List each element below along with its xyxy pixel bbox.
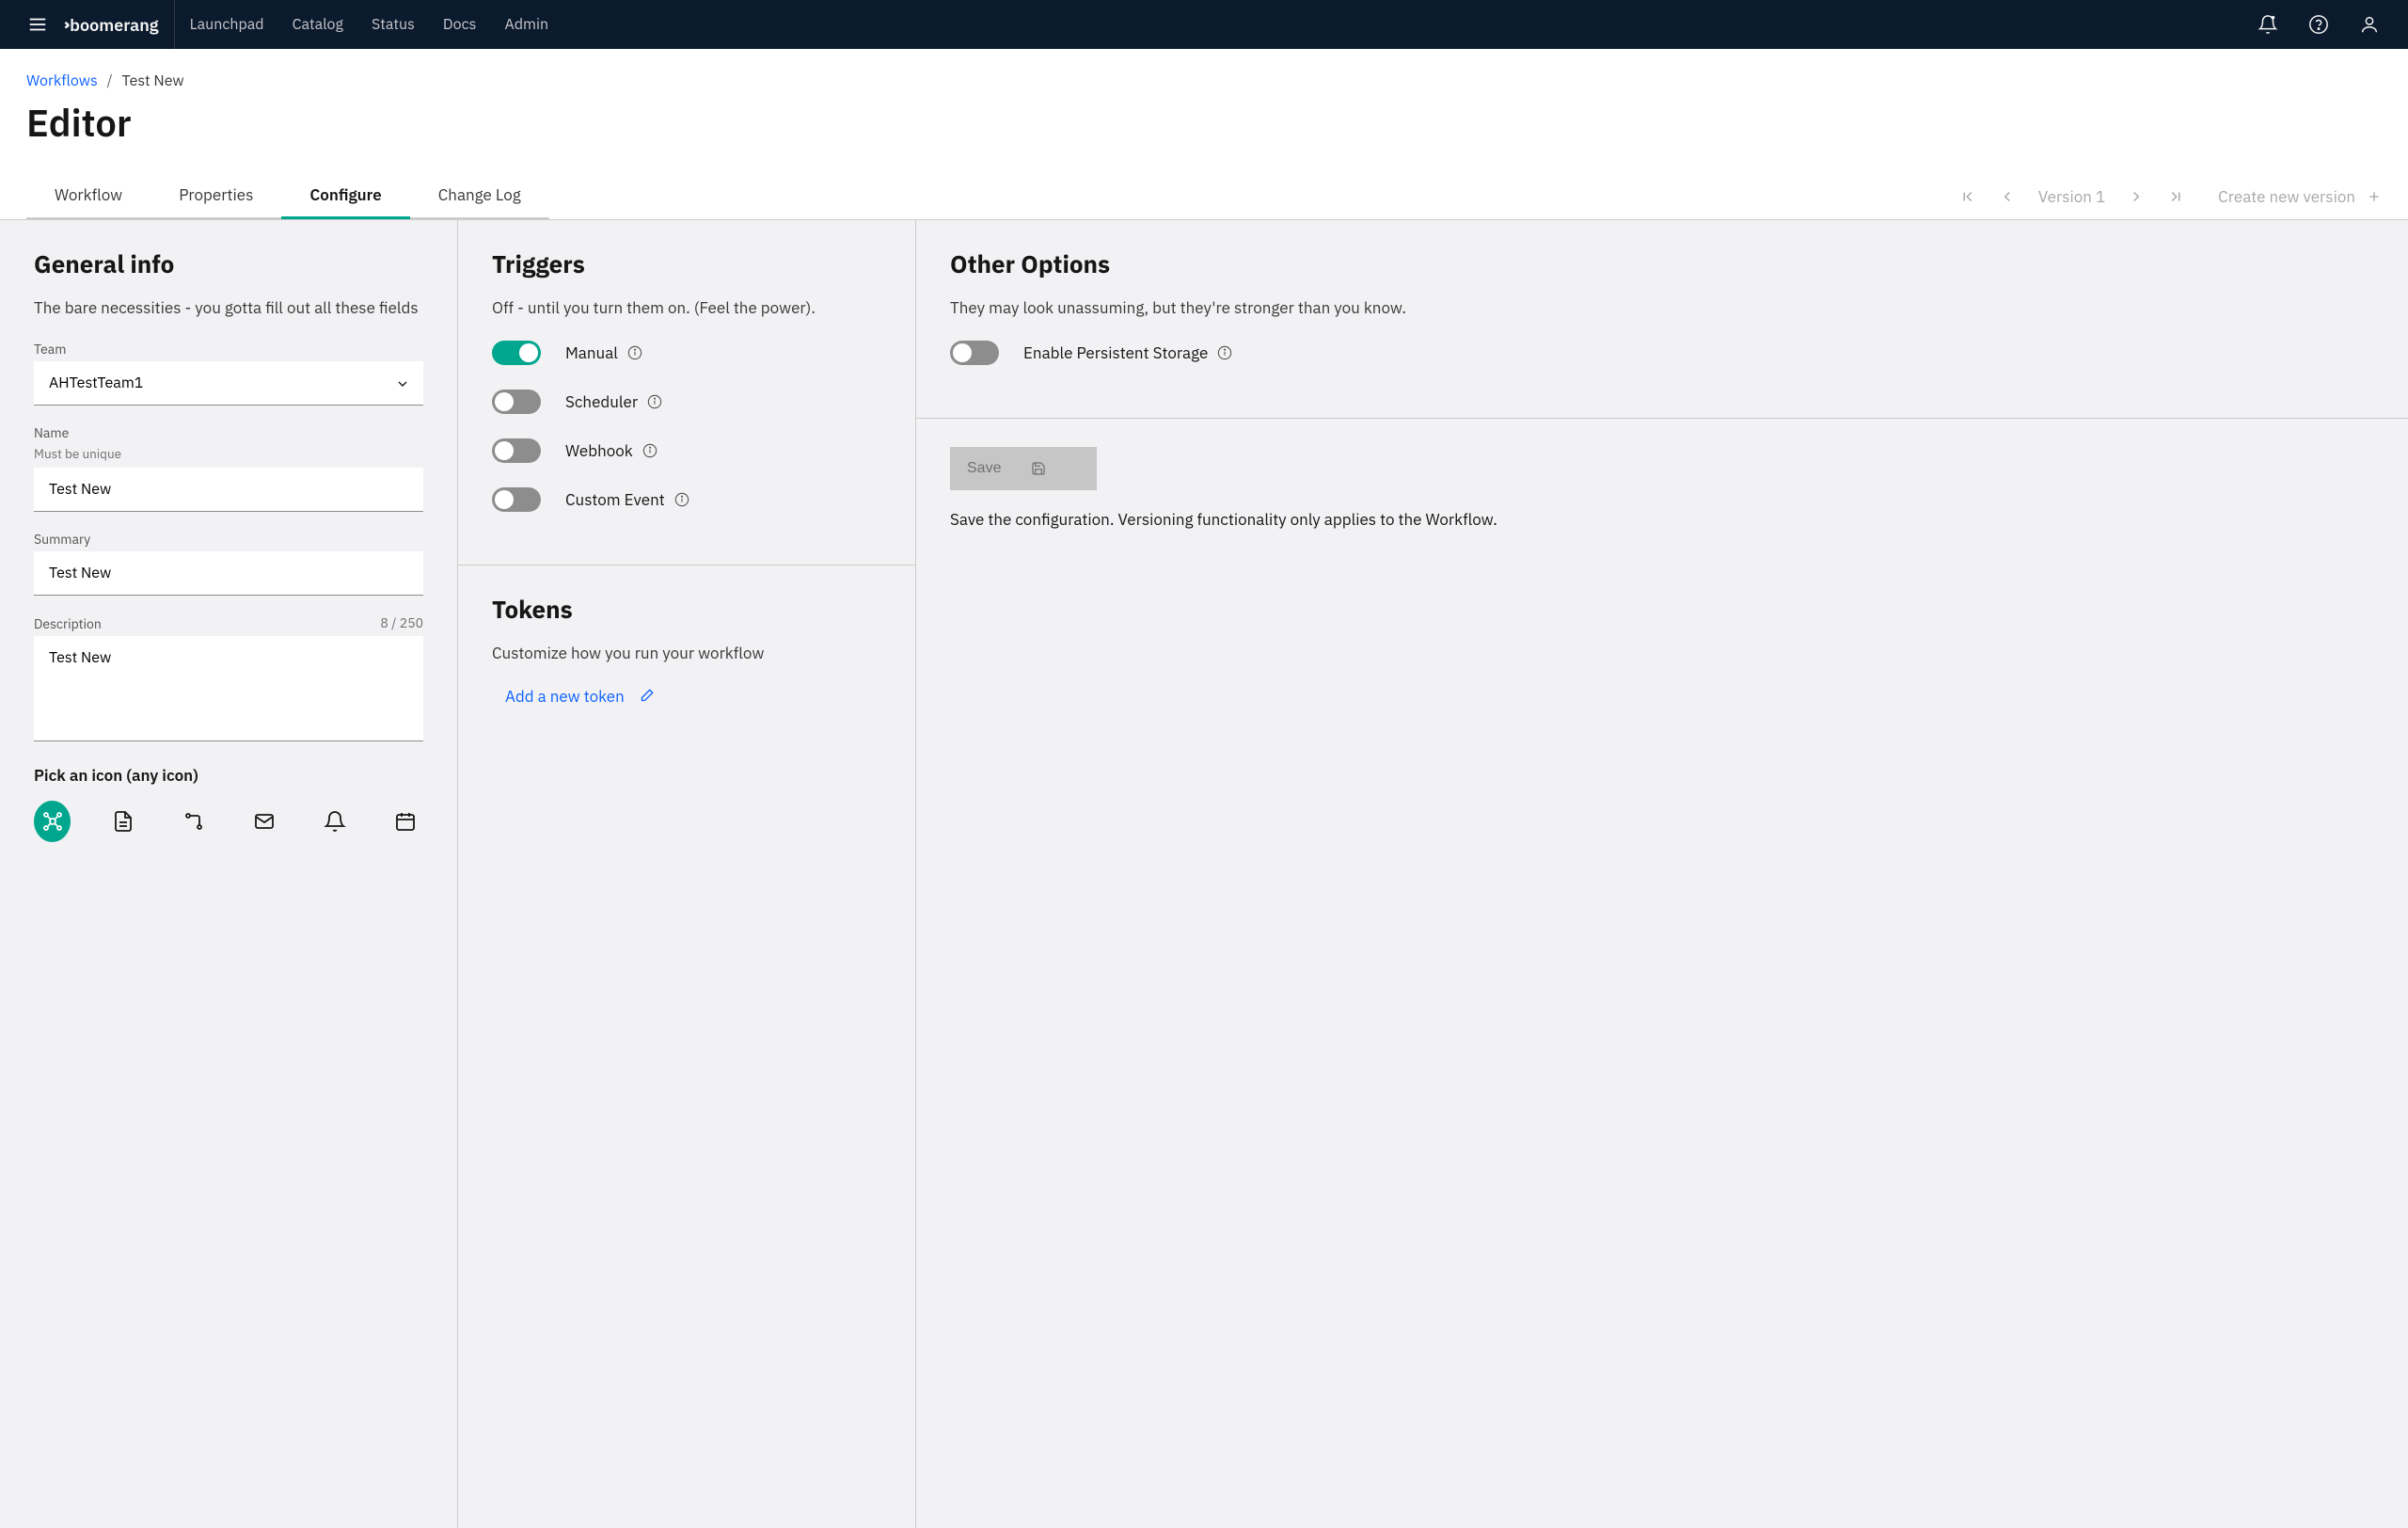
icon-picker-label: Pick an icon (any icon) — [34, 765, 423, 786]
version-next-icon[interactable] — [2128, 188, 2145, 205]
version-prev-icon[interactable] — [1999, 188, 2016, 205]
triggers-title: Triggers — [492, 248, 881, 280]
create-version-label: Create new version — [2218, 186, 2355, 207]
edit-icon — [638, 688, 655, 705]
info-icon[interactable] — [647, 394, 662, 409]
description-counter: 8 / 250 — [380, 614, 423, 631]
toggle-customevent-label: Custom Event — [565, 489, 665, 510]
tab-configure[interactable]: Configure — [281, 173, 409, 219]
icon-option-document[interactable] — [104, 801, 141, 842]
save-note: Save the configuration. Versioning funct… — [950, 509, 2374, 532]
nav-status[interactable]: Status — [372, 15, 415, 34]
icon-option-calendar[interactable] — [387, 801, 423, 842]
help-icon[interactable] — [2306, 12, 2331, 37]
info-icon[interactable] — [674, 492, 689, 507]
nav-admin[interactable]: Admin — [504, 15, 548, 34]
page-title: Editor — [26, 98, 2382, 147]
general-subtitle: The bare necessities - you gotta fill ou… — [34, 297, 423, 318]
other-subtitle: They may look unassuming, but they're st… — [950, 297, 2374, 318]
toggle-manual[interactable] — [492, 341, 541, 365]
create-version-button[interactable]: Create new version — [2207, 186, 2382, 207]
team-select[interactable] — [34, 361, 423, 406]
menu-button[interactable] — [15, 2, 60, 47]
save-button-label: Save — [967, 460, 1001, 477]
breadcrumb-sep: / — [102, 72, 119, 90]
version-label: Version 1 — [2038, 186, 2105, 207]
save-icon — [1031, 461, 1046, 476]
brand-logo[interactable]: ›› boomerang — [60, 0, 175, 49]
user-icon[interactable] — [2357, 12, 2382, 37]
breadcrumb-workflows[interactable]: Workflows — [26, 72, 98, 90]
toggle-scheduler[interactable] — [492, 390, 541, 414]
summary-label: Summary — [34, 531, 423, 548]
add-token-button[interactable]: Add a new token — [492, 686, 881, 707]
toggle-webhook[interactable] — [492, 438, 541, 463]
plus-icon — [2367, 189, 2382, 204]
summary-input[interactable] — [34, 551, 423, 596]
brand-glyph-icon: ›› — [64, 15, 66, 34]
toggle-webhook-label: Webhook — [565, 440, 633, 461]
nav-launchpad[interactable]: Launchpad — [190, 15, 264, 34]
info-icon[interactable] — [627, 345, 642, 360]
name-help: Must be unique — [34, 445, 423, 462]
icon-option-flow[interactable] — [34, 801, 71, 842]
tab-workflow[interactable]: Workflow — [26, 173, 150, 219]
icon-option-bell[interactable] — [316, 801, 353, 842]
info-icon[interactable] — [1217, 345, 1232, 360]
nav-docs[interactable]: Docs — [443, 15, 477, 34]
version-first-icon[interactable] — [1959, 188, 1976, 205]
icon-option-path[interactable] — [175, 801, 212, 842]
info-icon[interactable] — [642, 443, 657, 458]
toggle-persistent-storage[interactable] — [950, 341, 999, 365]
toggle-scheduler-label: Scheduler — [565, 391, 638, 412]
add-token-label: Add a new token — [505, 686, 625, 707]
tokens-title: Tokens — [492, 594, 881, 626]
name-label: Name — [34, 424, 423, 441]
breadcrumb-current: Test New — [121, 72, 183, 90]
team-label: Team — [34, 341, 423, 358]
nav-catalog[interactable]: Catalog — [293, 15, 343, 34]
toggle-manual-label: Manual — [565, 342, 618, 363]
save-button[interactable]: Save — [950, 447, 1097, 490]
tokens-subtitle: Customize how you run your workflow — [492, 643, 881, 663]
toggle-persistent-storage-label: Enable Persistent Storage — [1023, 342, 1208, 363]
description-textarea[interactable] — [34, 636, 423, 741]
brand-text: boomerang — [70, 14, 158, 36]
tab-properties[interactable]: Properties — [150, 173, 281, 219]
other-title: Other Options — [950, 248, 2374, 280]
tab-changelog[interactable]: Change Log — [410, 173, 549, 219]
general-title: General info — [34, 248, 423, 280]
toggle-customevent[interactable] — [492, 487, 541, 512]
description-label: Description — [34, 615, 102, 632]
breadcrumb: Workflows / Test New — [26, 72, 2382, 90]
notifications-icon[interactable] — [2256, 12, 2280, 37]
version-last-icon[interactable] — [2167, 188, 2184, 205]
name-input[interactable] — [34, 468, 423, 512]
triggers-subtitle: Off - until you turn them on. (Feel the … — [492, 297, 881, 318]
icon-option-mail[interactable] — [246, 801, 282, 842]
